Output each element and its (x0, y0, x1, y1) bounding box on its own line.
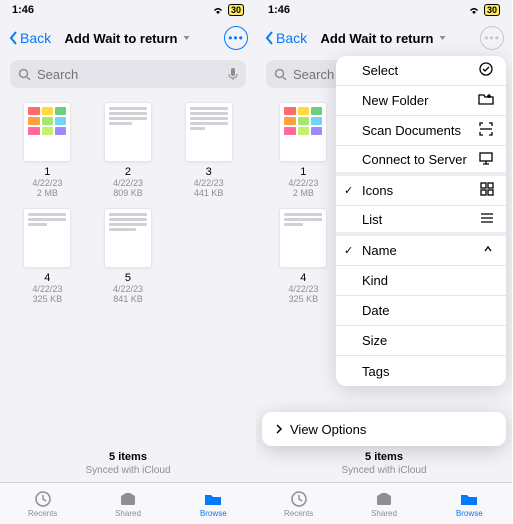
file-size: 325 KB (289, 294, 319, 304)
chevron-up-icon (482, 243, 494, 255)
file-name: 1 (300, 166, 306, 178)
page-title[interactable]: Add Wait to return (65, 31, 192, 46)
wifi-icon (468, 5, 480, 15)
file-item[interactable]: 3 4/22/23 441 KB (171, 102, 246, 198)
menu-sort-tags[interactable]: Tags (336, 356, 506, 386)
file-size: 441 KB (194, 188, 224, 198)
time: 1:46 (268, 4, 290, 16)
select-icon (478, 61, 494, 77)
context-menu: Select New Folder Scan Documents Connect… (336, 56, 506, 386)
menu-icons-view[interactable]: ✓Icons (336, 176, 506, 206)
file-size: 2 MB (37, 188, 58, 198)
folder-plus-icon (478, 92, 494, 106)
server-icon (478, 151, 494, 165)
battery-icon: 30 (228, 4, 244, 16)
tab-shared[interactable]: Shared (341, 483, 426, 524)
search-icon (274, 68, 287, 81)
wifi-icon (212, 5, 224, 15)
file-size: 841 KB (113, 294, 143, 304)
grid-icon (480, 182, 494, 196)
file-item[interactable]: 4 4/22/23 325 KB (10, 208, 85, 304)
check-icon: ✓ (344, 184, 353, 197)
menu-sort-kind[interactable]: Kind (336, 266, 506, 296)
file-item[interactable]: 2 4/22/23 809 KB (91, 102, 166, 198)
file-name: 1 (44, 166, 50, 178)
file-item[interactable]: 4 4/22/23 325 KB (266, 208, 341, 304)
menu-sort-size[interactable]: Size (336, 326, 506, 356)
menu-list-view[interactable]: List (336, 206, 506, 236)
tab-recents[interactable]: Recents (0, 483, 85, 524)
list-icon (480, 212, 494, 224)
tab-bar: Recents Shared Browse (256, 482, 512, 524)
file-name: 4 (44, 272, 50, 284)
search-bar[interactable] (10, 60, 246, 88)
tab-browse[interactable]: Browse (427, 483, 512, 524)
mic-icon[interactable] (228, 67, 238, 81)
back-button[interactable]: Back (8, 30, 51, 46)
file-name: 4 (300, 272, 306, 284)
chevron-down-icon (437, 33, 447, 43)
file-date: 4/22/23 (113, 178, 143, 188)
file-date: 4/22/23 (113, 284, 143, 294)
thumbnail (23, 208, 71, 268)
ellipsis-icon: ••• (484, 32, 500, 44)
file-date: 4/22/23 (288, 178, 318, 188)
file-grid: 1 4/22/23 2 MB 2 4/22/23 809 KB 3 4/22/2… (0, 96, 256, 445)
menu-sort-date[interactable]: Date (336, 296, 506, 326)
chevron-down-icon (181, 33, 191, 43)
status-bar: 1:46 30 (256, 0, 512, 20)
tab-shared[interactable]: Shared (85, 483, 170, 524)
menu-view-options[interactable]: View Options (262, 412, 506, 446)
page-title[interactable]: Add Wait to return (321, 31, 448, 46)
thumbnail (279, 102, 327, 162)
time: 1:46 (12, 4, 34, 16)
menu-sort-name[interactable]: ✓Name (336, 236, 506, 266)
menu-connect-server[interactable]: Connect to Server (336, 146, 506, 176)
file-date: 4/22/23 (288, 284, 318, 294)
file-size: 809 KB (113, 188, 143, 198)
battery-icon: 30 (484, 4, 500, 16)
menu-select[interactable]: Select (336, 56, 506, 86)
more-button[interactable]: ••• (480, 26, 504, 50)
chevron-right-icon (274, 423, 284, 435)
nav-bar: Back Add Wait to return ••• (0, 20, 256, 56)
status-bar: 1:46 30 (0, 0, 256, 20)
back-button[interactable]: Back (264, 30, 307, 46)
nav-bar: Back Add Wait to return ••• (256, 20, 512, 56)
search-icon (18, 68, 31, 81)
sync-status: Synced with iCloud (0, 465, 256, 476)
thumbnail (23, 102, 71, 162)
file-size: 325 KB (33, 294, 63, 304)
file-name: 3 (206, 166, 212, 178)
file-name: 5 (125, 272, 131, 284)
file-date: 4/22/23 (32, 178, 62, 188)
search-input[interactable] (37, 67, 222, 82)
file-name: 2 (125, 166, 131, 178)
file-item[interactable]: 1 4/22/23 2 MB (10, 102, 85, 198)
ellipsis-icon: ••• (228, 32, 244, 44)
file-date: 4/22/23 (194, 178, 224, 188)
tab-bar: Recents Shared Browse (0, 482, 256, 524)
check-icon: ✓ (344, 244, 353, 257)
tab-browse[interactable]: Browse (171, 483, 256, 524)
menu-new-folder[interactable]: New Folder (336, 86, 506, 116)
more-button[interactable]: ••• (224, 26, 248, 50)
item-count: 5 items (256, 451, 512, 463)
thumbnail (104, 208, 152, 268)
file-size: 2 MB (293, 188, 314, 198)
thumbnail (104, 102, 152, 162)
file-item[interactable]: 1 4/22/23 2 MB (266, 102, 341, 198)
menu-scan-documents[interactable]: Scan Documents (336, 116, 506, 146)
footer-info: 5 items Synced with iCloud (256, 445, 512, 482)
file-item[interactable]: 5 4/22/23 841 KB (91, 208, 166, 304)
tab-recents[interactable]: Recents (256, 483, 341, 524)
scan-icon (478, 121, 494, 137)
footer-info: 5 items Synced with iCloud (0, 445, 256, 482)
sync-status: Synced with iCloud (256, 465, 512, 476)
file-date: 4/22/23 (32, 284, 62, 294)
item-count: 5 items (0, 451, 256, 463)
thumbnail (185, 102, 233, 162)
thumbnail (279, 208, 327, 268)
